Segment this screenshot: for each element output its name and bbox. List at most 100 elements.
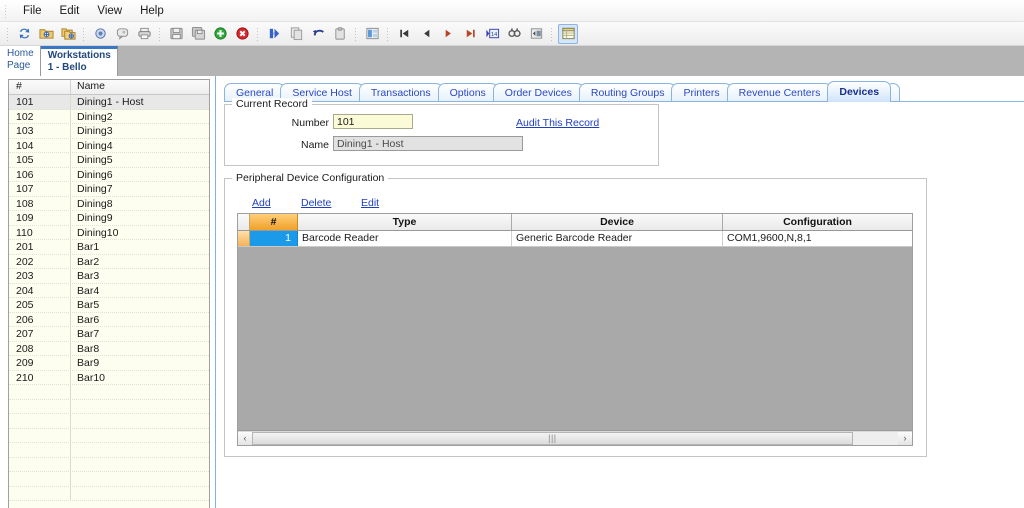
- peripheral-col-number[interactable]: #: [250, 214, 298, 230]
- list-item[interactable]: 209 Bar9: [9, 356, 209, 371]
- list-item-number: 108: [9, 196, 71, 210]
- current-record-title: Current Record: [232, 98, 312, 110]
- list-item[interactable]: 102 Dining2: [9, 109, 209, 124]
- list-item[interactable]: 101 Dining1 - Host: [9, 95, 209, 110]
- toolbar-grip-1[interactable]: [6, 26, 10, 41]
- list-item[interactable]: 107 Dining7: [9, 182, 209, 197]
- scroll-thumb[interactable]: |||: [252, 431, 853, 445]
- list-item[interactable]: 104 Dining4: [9, 138, 209, 153]
- peripheral-col-type[interactable]: Type: [298, 214, 512, 230]
- table-view-icon[interactable]: [558, 23, 578, 44]
- peripheral-grid-hscrollbar[interactable]: ‹ ||| ›: [238, 430, 912, 445]
- list-item-name: Dining8: [77, 197, 113, 210]
- paste-icon[interactable]: [330, 24, 350, 44]
- list-item[interactable]: 205 Bar5: [9, 298, 209, 313]
- tab-devices[interactable]: Devices: [827, 81, 892, 102]
- main-body: # Name 101 Dining1 - Host 102 Dining2 103 Din…: [0, 76, 1024, 508]
- menu-grip[interactable]: [4, 3, 8, 18]
- list-item[interactable]: 106 Dining6: [9, 167, 209, 182]
- comment-icon[interactable]: [112, 24, 132, 44]
- first-record-icon[interactable]: [394, 24, 414, 44]
- save-all-icon[interactable]: [188, 24, 208, 44]
- undo-icon[interactable]: [308, 24, 328, 44]
- list-item-number: 207: [9, 327, 71, 341]
- list-item-name: Dining4: [77, 139, 113, 152]
- list-item[interactable]: 206 Bar6: [9, 312, 209, 327]
- tab-printers[interactable]: Printers: [671, 83, 732, 102]
- row-selector-gutter[interactable]: [238, 231, 250, 246]
- list-item-name: Bar4: [77, 284, 100, 297]
- tab-transactions[interactable]: Transactions: [358, 83, 443, 102]
- list-item-number: 104: [9, 138, 71, 152]
- scroll-track[interactable]: |||: [252, 431, 898, 445]
- doc-tab-workstations[interactable]: Workstations 1 - Bello: [40, 46, 118, 76]
- delete-record-icon[interactable]: [232, 24, 252, 44]
- record-list-col-name[interactable]: Name: [71, 80, 209, 94]
- list-item[interactable]: 110 Dining10: [9, 225, 209, 240]
- properties-pane: General Service Host Transactions Options Or…: [218, 76, 1024, 508]
- doc-tab-home-page[interactable]: Home Page: [0, 46, 41, 76]
- toolbar-separator-4: [354, 26, 358, 41]
- list-item-number: 202: [9, 254, 71, 268]
- list-item[interactable]: 201 Bar1: [9, 240, 209, 255]
- preview-icon[interactable]: [90, 24, 110, 44]
- edit-device-link[interactable]: Edit: [361, 197, 379, 209]
- list-item-name: Dining10: [77, 226, 119, 239]
- tab-options[interactable]: Options: [437, 83, 498, 102]
- tab-order-devices[interactable]: Order Devices: [492, 83, 584, 102]
- table-row[interactable]: 1 Barcode Reader Generic Barcode Reader …: [238, 231, 912, 247]
- refresh-icon[interactable]: [14, 24, 34, 44]
- filter-icon[interactable]: [526, 24, 546, 44]
- record-list-col-number[interactable]: #: [9, 80, 71, 94]
- save-icon[interactable]: [166, 24, 186, 44]
- list-item[interactable]: 208 Bar8: [9, 341, 209, 356]
- goto-record-icon[interactable]: 14: [482, 24, 502, 44]
- list-item[interactable]: 207 Bar7: [9, 327, 209, 342]
- list-item-name: Dining7: [77, 183, 113, 195]
- list-item[interactable]: 202 Bar2: [9, 254, 209, 269]
- list-item[interactable]: 103 Dining3: [9, 124, 209, 139]
- document-tab-bar: Home Page Workstations 1 - Bello: [0, 46, 1024, 76]
- peripheral-grid-gutter-header: [238, 214, 250, 230]
- list-item[interactable]: 108 Dining8: [9, 196, 209, 211]
- list-item[interactable]: 203 Bar3: [9, 269, 209, 284]
- previous-record-icon[interactable]: [416, 24, 436, 44]
- svg-text:14: 14: [490, 32, 496, 38]
- scroll-left-button[interactable]: ‹: [238, 431, 252, 445]
- number-field[interactable]: [333, 114, 413, 129]
- list-item[interactable]: 105 Dining5: [9, 153, 209, 168]
- list-item-name: Bar3: [77, 270, 100, 282]
- copy-folder-icon[interactable]: [58, 24, 78, 44]
- peripheral-col-configuration[interactable]: Configuration: [723, 214, 912, 230]
- list-item-name: Bar8: [77, 342, 100, 355]
- tab-routing-groups[interactable]: Routing Groups: [578, 83, 677, 102]
- layout-icon[interactable]: [362, 24, 382, 44]
- menu-item-edit[interactable]: Edit: [51, 2, 89, 20]
- list-item-empty: [9, 428, 209, 443]
- name-field[interactable]: [333, 136, 523, 151]
- delete-device-link[interactable]: Delete: [301, 197, 331, 209]
- list-item-number: 208: [9, 341, 71, 355]
- list-item[interactable]: 204 Bar4: [9, 283, 209, 298]
- peripheral-col-device[interactable]: Device: [512, 214, 723, 230]
- add-record-icon[interactable]: [210, 24, 230, 44]
- scroll-right-button[interactable]: ›: [898, 431, 912, 445]
- record-list-grid[interactable]: # Name 101 Dining1 - Host 102 Dining2 103 Din…: [8, 79, 210, 508]
- print-icon[interactable]: [134, 24, 154, 44]
- copy-icon[interactable]: [286, 24, 306, 44]
- add-device-link[interactable]: Add: [252, 197, 271, 209]
- audit-this-record-link[interactable]: Audit This Record: [516, 117, 599, 129]
- next-record-icon[interactable]: [438, 24, 458, 44]
- menu-item-file[interactable]: File: [14, 2, 51, 20]
- list-item-name: Dining3: [77, 125, 113, 137]
- menu-item-help[interactable]: Help: [131, 2, 173, 20]
- last-record-icon[interactable]: [460, 24, 480, 44]
- open-folder-icon[interactable]: [36, 24, 56, 44]
- list-item[interactable]: 210 Bar10: [9, 370, 209, 385]
- find-icon[interactable]: [504, 24, 524, 44]
- list-item[interactable]: 109 Dining9: [9, 211, 209, 226]
- menu-item-view[interactable]: View: [88, 2, 131, 20]
- peripheral-device-grid[interactable]: # Type Device Configuration 1 Barcode Re…: [237, 213, 913, 446]
- tab-revenue-centers[interactable]: Revenue Centers: [726, 83, 833, 102]
- cut-icon[interactable]: [264, 24, 284, 44]
